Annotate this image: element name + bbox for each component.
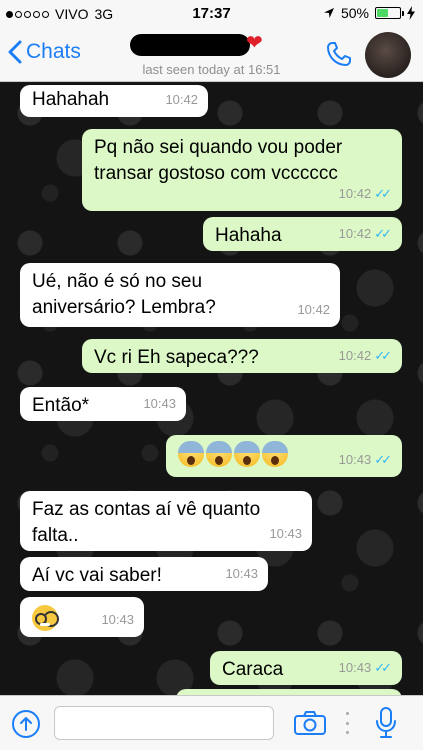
heart-icon: ❤ xyxy=(246,32,263,54)
message-bubble-incoming[interactable]: Então* 10:43 xyxy=(20,387,186,421)
message-bubble-incoming[interactable]: Hahahah 10:42 xyxy=(20,85,208,117)
read-receipt-icon: ✓✓ xyxy=(374,348,392,363)
phone-icon xyxy=(327,42,351,66)
screaming-face-icon xyxy=(206,441,232,467)
message-bubble-incoming[interactable]: Aí vc vai saber! 10:43 xyxy=(20,557,268,591)
message-time: 10:42 xyxy=(338,186,372,201)
voice-call-button[interactable] xyxy=(325,40,353,73)
nerd-face-icon xyxy=(32,605,58,631)
status-bar: VIVO 3G 17:37 50% xyxy=(0,0,423,28)
microphone-icon xyxy=(376,707,396,738)
location-arrow-icon xyxy=(323,8,334,18)
separator-dots xyxy=(346,712,350,734)
message-text: Faz as contas aí vê quanto falta.. xyxy=(32,499,261,546)
message-time: 10:42 xyxy=(165,92,198,107)
battery-percent: 50% xyxy=(340,5,369,21)
read-receipt-icon: ✓✓ xyxy=(374,226,392,241)
message-bubble-incoming[interactable]: Faz as contas aí vê quanto falta.. 10:43 xyxy=(20,491,312,551)
message-time: 10:43 xyxy=(143,396,176,411)
message-bubble-outgoing[interactable]: Pq não sei quando vou poder transar gost… xyxy=(82,129,402,211)
message-bubble-incoming[interactable]: 10:43 xyxy=(20,597,144,637)
chat-header: Chats ❤ last seen today at 16:51 xyxy=(0,28,423,82)
message-text: Ué, não é só no seu aniversário? Lembra? xyxy=(32,271,216,318)
charging-bolt-icon xyxy=(407,6,415,20)
read-receipt-icon: ✓✓ xyxy=(374,186,392,201)
screaming-face-icon xyxy=(262,441,288,467)
contact-avatar[interactable] xyxy=(365,32,411,78)
message-time: 10:42 xyxy=(297,302,330,317)
chevron-left-icon xyxy=(8,40,22,64)
message-time: 10:43 xyxy=(338,660,372,675)
camera-icon xyxy=(294,711,326,735)
camera-button[interactable] xyxy=(293,710,327,741)
message-bubble-outgoing[interactable]: 10:43 ✓✓ xyxy=(166,435,402,477)
screaming-face-icon xyxy=(234,441,260,467)
last-seen-status: last seen today at 16:51 xyxy=(142,62,281,77)
message-bubble-incoming[interactable]: Ué, não é só no seu aniversário? Lembra?… xyxy=(20,263,340,327)
message-time: 10:43 xyxy=(225,566,258,581)
message-time: 10:42 xyxy=(338,226,372,241)
back-label: Chats xyxy=(26,40,81,63)
share-button[interactable] xyxy=(12,710,40,738)
screaming-face-icon xyxy=(178,441,204,467)
message-list[interactable]: Hahahah 10:42 Pq não sei quando vou pode… xyxy=(0,83,423,695)
message-input[interactable] xyxy=(54,706,274,740)
voice-message-button[interactable] xyxy=(374,706,398,745)
message-time: 10:43 xyxy=(269,526,302,541)
upload-arrow-icon xyxy=(20,717,32,731)
message-bubble-outgoing[interactable]: Hahaha 10:42 ✓✓ xyxy=(203,217,402,251)
message-text: Pq não sei quando vou poder transar gost… xyxy=(94,137,343,184)
message-bubble-outgoing[interactable]: Vc ri Eh sapeca??? 10:42 ✓✓ xyxy=(82,339,402,373)
message-time: 10:43 xyxy=(101,612,134,627)
message-time: 10:42 xyxy=(338,348,372,363)
compose-toolbar xyxy=(0,695,423,750)
battery-icon xyxy=(375,7,404,19)
message-bubble-outgoing[interactable]: Caraca 10:43 ✓✓ xyxy=(210,651,402,685)
contact-name-redacted[interactable] xyxy=(130,34,250,56)
message-time: 10:43 xyxy=(338,452,372,467)
back-to-chats-button[interactable]: Chats xyxy=(8,40,81,64)
message-text: Aí vc vai saber! xyxy=(32,565,162,586)
read-receipt-icon: ✓✓ xyxy=(374,660,392,675)
read-receipt-icon: ✓✓ xyxy=(374,452,392,467)
